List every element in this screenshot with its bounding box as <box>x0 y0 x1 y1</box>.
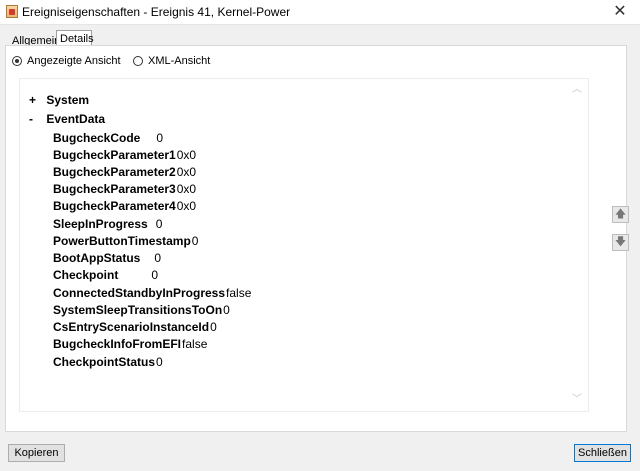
field-name: CsEntryScenarioInstanceId <box>53 320 210 334</box>
field-value: 0 <box>191 234 199 248</box>
field-value: 0 <box>156 355 163 369</box>
field-value: 0 <box>223 303 230 317</box>
vertical-scrollbar[interactable]: ︿ ﹀ <box>571 84 583 406</box>
field-value: 0x0 <box>176 165 197 179</box>
previous-event-button[interactable]: 🡅 <box>612 206 629 223</box>
eventdata-row: ConnectedStandbyInProgressfalse <box>53 286 251 303</box>
eventdata-row: SystemSleepTransitionsToOn0 <box>53 303 230 320</box>
event-viewer-icon <box>6 5 18 18</box>
eventdata-row: SleepInProgress 0 <box>53 217 162 234</box>
field-name: BugcheckParameter1 <box>53 148 176 162</box>
field-value: 0 <box>154 251 162 265</box>
eventdata-row: BugcheckInfoFromEFIfalse <box>53 337 207 354</box>
event-details-view[interactable]: + System - EventData BugcheckCode 0 Bugch… <box>19 78 589 412</box>
radio-xml-view[interactable]: XML-Ansicht <box>133 54 210 68</box>
radio-unselected-icon <box>133 56 143 66</box>
field-value: 0 <box>210 320 217 334</box>
arrow-down-icon: 🡇 <box>614 236 627 248</box>
eventdata-row: CsEntryScenarioInstanceId0 <box>53 320 217 337</box>
title-bar: Ereigniseigenschaften - Ereignis 41, Ker… <box>0 0 640 25</box>
collapse-icon[interactable]: - <box>29 112 43 126</box>
field-name: SleepInProgress <box>53 217 148 231</box>
window-title: Ereigniseigenschaften - Ereignis 41, Ker… <box>22 5 291 19</box>
eventdata-row: CheckpointStatus0 <box>53 355 163 372</box>
eventdata-row: Checkpoint 0 <box>53 268 158 285</box>
field-value: 0x0 <box>176 182 197 196</box>
tree-node-system-label: System <box>46 93 90 107</box>
field-value: 0 <box>156 131 164 145</box>
field-value: 0x0 <box>176 199 197 213</box>
tree-node-eventdata-label: EventData <box>46 112 106 126</box>
field-name: BugcheckCode <box>53 131 141 145</box>
radio-selected-icon <box>12 56 22 66</box>
field-value: false <box>182 337 208 351</box>
field-value: 0x0 <box>176 148 197 162</box>
eventdata-row: BootAppStatus 0 <box>53 251 161 268</box>
field-name: BootAppStatus <box>53 251 141 265</box>
radio-xml-view-label: XML-Ansicht <box>148 55 211 67</box>
arrow-up-icon: 🡅 <box>614 208 627 220</box>
field-name: ConnectedStandbyInProgress <box>53 286 226 300</box>
field-value: 0 <box>151 268 159 282</box>
eventdata-row: PowerButtonTimestamp0 <box>53 234 198 251</box>
eventdata-row: BugcheckParameter10x0 <box>53 148 196 165</box>
field-name: CheckpointStatus <box>53 355 156 369</box>
chevron-down-icon[interactable]: ﹀ <box>571 394 583 406</box>
next-event-button[interactable]: 🡇 <box>612 234 629 251</box>
field-name: BugcheckInfoFromEFI <box>53 337 182 351</box>
tab-details[interactable]: Details <box>56 30 94 45</box>
eventdata-row: BugcheckParameter30x0 <box>53 182 196 199</box>
tree-node-eventdata[interactable]: - EventData <box>29 112 105 126</box>
field-name: PowerButtonTimestamp <box>53 234 191 248</box>
radio-friendly-view[interactable]: Angezeigte Ansicht <box>12 54 121 68</box>
tree-node-system[interactable]: + System <box>29 93 89 107</box>
copy-button[interactable]: Kopieren <box>8 444 65 462</box>
eventdata-row: BugcheckParameter20x0 <box>53 165 196 182</box>
field-value: 0 <box>155 217 163 231</box>
eventdata-row: BugcheckParameter40x0 <box>53 199 196 216</box>
radio-friendly-view-label: Angezeigte Ansicht <box>27 55 121 67</box>
chevron-up-icon[interactable]: ︿ <box>571 84 583 96</box>
close-button[interactable]: Schließen <box>574 444 631 462</box>
field-name: BugcheckParameter2 <box>53 165 176 179</box>
field-name: Checkpoint <box>53 268 119 282</box>
close-icon[interactable]: ✕ <box>610 2 630 22</box>
field-name: BugcheckParameter3 <box>53 182 176 196</box>
field-name: BugcheckParameter4 <box>53 199 176 213</box>
expand-icon[interactable]: + <box>29 93 43 107</box>
field-value: false <box>226 286 252 300</box>
field-name: SystemSleepTransitionsToOn <box>53 303 223 317</box>
eventdata-row: BugcheckCode 0 <box>53 131 163 148</box>
